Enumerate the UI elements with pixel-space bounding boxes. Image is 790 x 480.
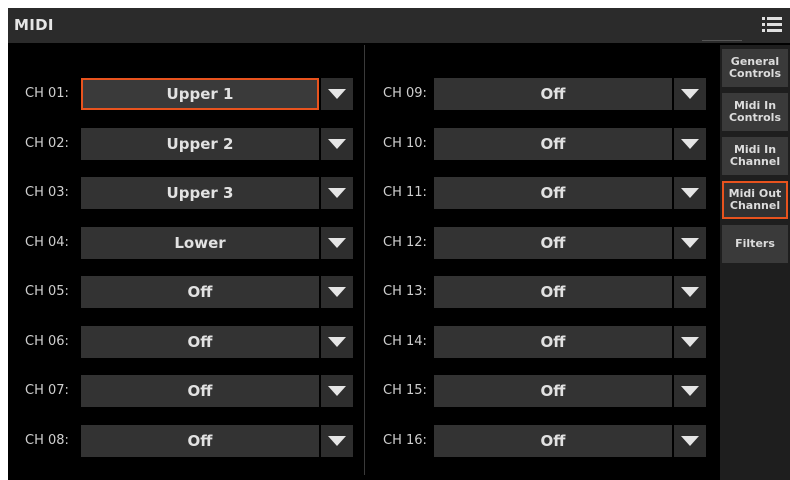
channel-row: CH 14: Off [383,325,731,358]
channel-assignment-field[interactable]: Off [434,177,672,209]
channel-row: CH 04: Lower [25,226,373,259]
dropdown-arrow-icon[interactable] [674,325,706,358]
tab-label: Midi Out Channel [728,187,782,212]
dropdown-arrow-icon[interactable] [674,127,706,160]
channel-assignment-field[interactable]: Upper 3 [81,177,319,209]
channel-row: CH 05: Off [25,276,373,308]
channel-label: CH 10: [383,135,427,151]
channel-label: CH 13: [383,284,427,299]
dropdown-arrow-icon[interactable] [674,424,706,457]
channel-label: CH 08: [25,432,69,448]
channel-label: CH 15: [383,383,427,398]
midi-screen: MIDI CH 01: Upper 1 CH 02: Upper 2 CH 03: Upp… [8,8,790,480]
channel-row: CH 02: Upper 2 [25,127,373,160]
channel-assignment-field[interactable]: Off [81,424,319,457]
channel-label: CH 02: [25,135,69,151]
channel-label: CH 05: [25,284,69,299]
channel-assignment-field[interactable]: Off [434,226,672,259]
channel-row: CH 06: Off [25,325,373,358]
channel-label: CH 07: [25,383,69,398]
channel-label: CH 03: [25,185,69,200]
header-bar: MIDI [8,8,790,43]
channel-label: CH 09: [383,86,427,101]
header-divider [702,40,742,41]
channel-assignment-field[interactable]: Off [434,424,672,457]
tab-midi-in-channel[interactable]: Midi In Channel [722,137,788,175]
channel-label: CH 01: [25,86,69,101]
dropdown-arrow-icon[interactable] [321,276,353,308]
channel-assignment-field[interactable]: Upper 2 [81,127,319,160]
tab-label: Midi In Controls [728,99,782,124]
channel-row: CH 09: Off [383,78,731,110]
dropdown-arrow-icon[interactable] [321,127,353,160]
channel-row: CH 13: Off [383,276,731,308]
channel-assignment-field[interactable]: Off [434,78,672,110]
tab-midi-in-controls[interactable]: Midi In Controls [722,93,788,131]
channel-label: CH 16: [383,432,427,448]
channel-assignment-field[interactable]: Off [434,325,672,358]
dropdown-arrow-icon[interactable] [321,325,353,358]
channel-assignment-field[interactable]: Lower [81,226,319,259]
channel-assignment-field[interactable]: Upper 1 [81,78,319,110]
channel-row: CH 16: Off [383,424,731,457]
channel-assignment-field[interactable]: Off [434,276,672,308]
dropdown-arrow-icon[interactable] [674,375,706,407]
dropdown-arrow-icon[interactable] [321,375,353,407]
dropdown-arrow-icon[interactable] [674,276,706,308]
tab-filters[interactable]: Filters [722,225,788,263]
channel-row: CH 15: Off [383,375,731,407]
channel-assignment-field[interactable]: Off [81,375,319,407]
channel-assignment-field[interactable]: Off [81,325,319,358]
channel-label: CH 11: [383,185,427,200]
tab-midi-out-channel[interactable]: Midi Out Channel [722,181,788,219]
channel-assignment-field[interactable]: Off [434,375,672,407]
tab-label: Midi In Channel [729,143,781,168]
tab-general-controls[interactable]: General Controls [722,49,788,87]
channel-label: CH 12: [383,234,427,250]
channel-row: CH 11: Off [383,177,731,209]
dropdown-arrow-icon[interactable] [321,424,353,457]
dropdown-arrow-icon[interactable] [674,78,706,110]
channel-assignment-field[interactable]: Off [81,276,319,308]
tab-label: Filters [735,237,775,250]
channel-row: CH 07: Off [25,375,373,407]
channel-row: CH 03: Upper 3 [25,177,373,209]
channel-label: CH 04: [25,234,69,250]
channel-assignment-field[interactable]: Off [434,127,672,160]
dropdown-arrow-icon[interactable] [321,177,353,209]
dropdown-arrow-icon[interactable] [674,226,706,259]
dropdown-arrow-icon[interactable] [321,78,353,110]
channel-row: CH 10: Off [383,127,731,160]
tab-label: General Controls [728,55,782,80]
channel-label: CH 06: [25,333,69,349]
channel-row: CH 01: Upper 1 [25,78,373,110]
menu-button[interactable] [702,8,790,43]
channel-row: CH 08: Off [25,424,373,457]
side-tab-bar: General Controls Midi In Controls Midi In Cha… [720,45,790,480]
channel-label: CH 14: [383,333,427,349]
page-title: MIDI [14,16,54,34]
dropdown-arrow-icon[interactable] [321,226,353,259]
channel-row: CH 12: Off [383,226,731,259]
dropdown-arrow-icon[interactable] [674,177,706,209]
